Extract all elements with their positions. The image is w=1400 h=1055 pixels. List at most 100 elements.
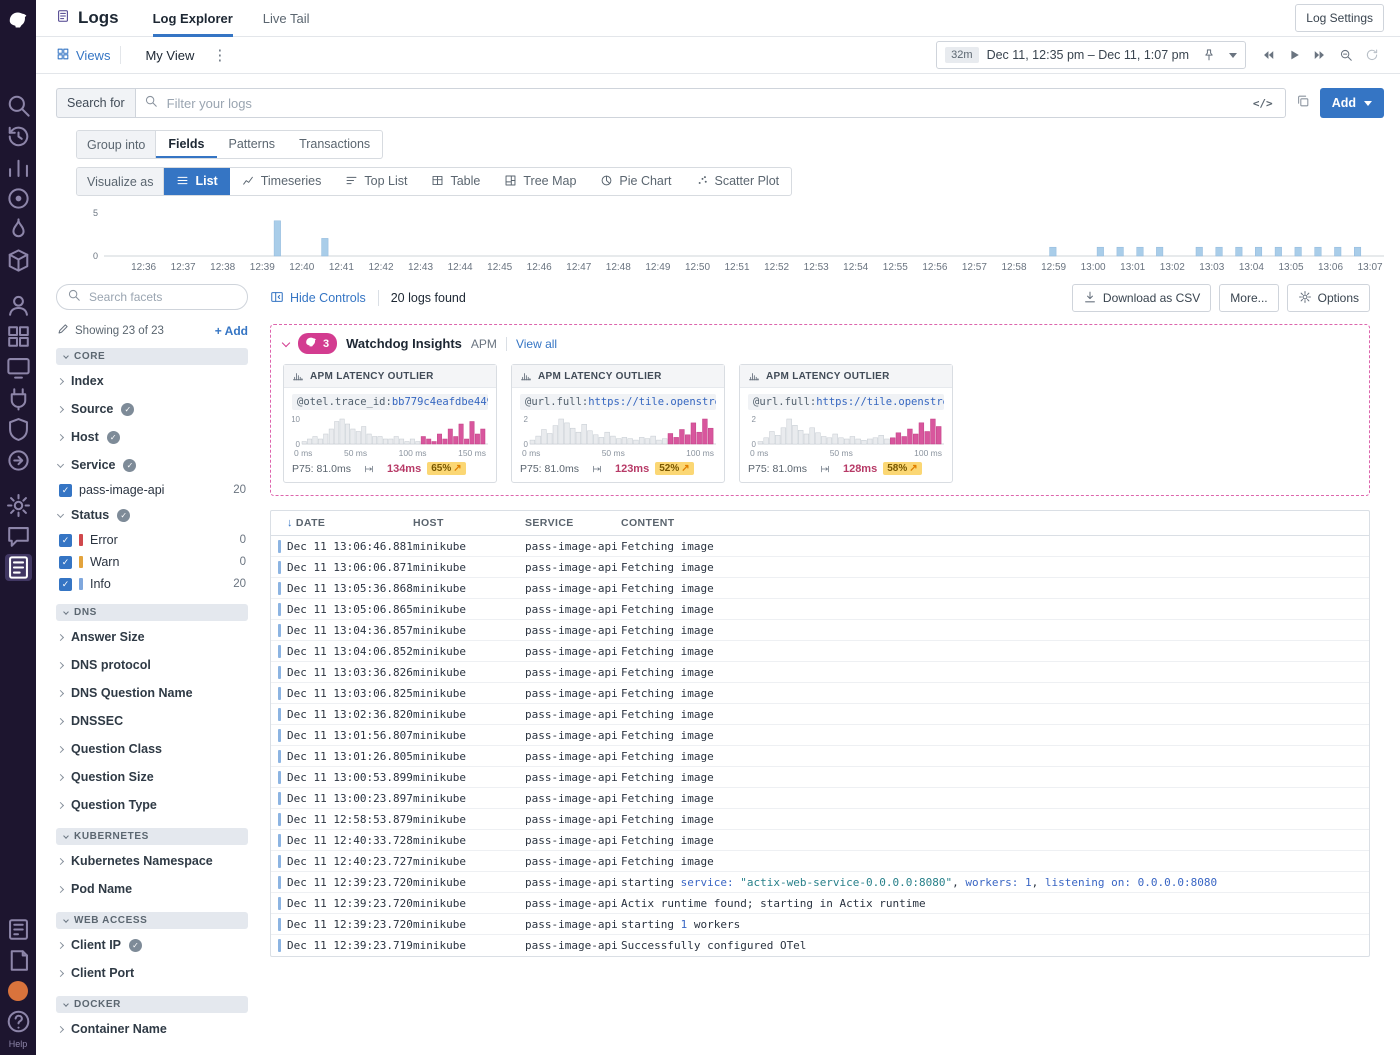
facet-question-class[interactable]: Question Class — [56, 735, 248, 763]
facet-dns-question-name[interactable]: DNS Question Name — [56, 679, 248, 707]
log-row[interactable]: Dec 11 13:03:06.825minikubepass-image-ap… — [271, 683, 1369, 704]
nav-watchdog-icon[interactable] — [5, 185, 32, 212]
code-syntax-icon[interactable]: </> — [1249, 97, 1277, 110]
facet-value-pass-image-api[interactable]: ✓pass-image-api20 — [56, 479, 248, 501]
zoom-out-button[interactable] — [1334, 43, 1358, 67]
viz-option-top-list[interactable]: Top List — [333, 168, 419, 195]
datadog-logo-icon[interactable] — [6, 8, 30, 32]
viz-option-table[interactable]: Table — [419, 168, 492, 195]
facet-client-port[interactable]: Client Port — [56, 959, 248, 987]
nav-search-icon[interactable] — [5, 92, 32, 119]
refresh-button[interactable] — [1360, 43, 1384, 67]
checkbox-checked[interactable]: ✓ — [59, 556, 72, 569]
nav-datacenter-icon[interactable] — [5, 916, 32, 943]
log-row[interactable]: Dec 11 13:01:56.807minikubepass-image-ap… — [271, 725, 1369, 746]
tab-live-tail[interactable]: Live Tail — [263, 0, 310, 37]
more-button[interactable]: More... — [1219, 284, 1278, 312]
watchdog-insight-card[interactable]: APM LATENCY OUTLIER@otel.trace_id:bb779c… — [283, 364, 497, 483]
insight-tag[interactable]: @url.full:https://tile.openstreetmap… — [520, 394, 716, 410]
time-range-picker[interactable]: 32m Dec 11, 12:35 pm – Dec 11, 1:07 pm — [936, 41, 1246, 69]
nav-settings-icon[interactable] — [5, 492, 32, 519]
facet-kubernetes-namespace[interactable]: Kubernetes Namespace — [56, 847, 248, 875]
view-all-link[interactable]: View all — [516, 337, 557, 351]
facet-dns-protocol[interactable]: DNS protocol — [56, 651, 248, 679]
nav-security-icon[interactable] — [5, 416, 32, 443]
facet-group-core[interactable]: CORE — [56, 348, 248, 365]
log-row[interactable]: Dec 11 13:05:36.868minikubepass-image-ap… — [271, 578, 1369, 599]
hide-controls-button[interactable]: Hide Controls — [270, 290, 366, 307]
group-option-fields[interactable]: Fields — [156, 131, 216, 158]
facet-question-size[interactable]: Question Size — [56, 763, 248, 791]
group-option-patterns[interactable]: Patterns — [217, 131, 288, 158]
facet-group-web-access[interactable]: WEB ACCESS — [56, 912, 248, 929]
tab-log-explorer[interactable]: Log Explorer — [153, 0, 233, 37]
facet-index[interactable]: Index — [56, 367, 248, 395]
facet-search-input[interactable] — [87, 289, 237, 305]
facet-host[interactable]: Host✓ — [56, 423, 248, 451]
column-header-service[interactable]: SERVICE — [525, 517, 621, 529]
nav-dashboards-icon[interactable] — [5, 323, 32, 350]
log-row[interactable]: Dec 11 12:58:53.879minikubepass-image-ap… — [271, 809, 1369, 830]
help-icon[interactable] — [5, 1008, 32, 1035]
nav-infrastructure-icon[interactable] — [5, 247, 32, 274]
log-row[interactable]: Dec 11 13:04:06.852minikubepass-image-ap… — [271, 641, 1369, 662]
column-header-date[interactable]: ↓DATE — [287, 517, 413, 529]
time-rewind-button[interactable] — [1256, 43, 1280, 67]
user-avatar[interactable] — [8, 981, 28, 1001]
log-row[interactable]: Dec 11 13:01:26.805minikubepass-image-ap… — [271, 746, 1369, 767]
nav-integrations-icon[interactable] — [5, 385, 32, 412]
log-row[interactable]: Dec 11 12:39:23.719minikubepass-image-ap… — [271, 935, 1369, 956]
chevron-down-icon[interactable] — [282, 338, 290, 346]
pin-icon[interactable] — [1197, 43, 1221, 67]
insight-tag[interactable]: @url.full:https://tile.openstreetmap… — [748, 394, 944, 410]
log-row[interactable]: Dec 11 13:05:06.865minikubepass-image-ap… — [271, 599, 1369, 620]
watchdog-insight-card[interactable]: APM LATENCY OUTLIER@url.full:https://til… — [511, 364, 725, 483]
viz-option-tree-map[interactable]: Tree Map — [492, 168, 588, 195]
facet-group-kubernetes[interactable]: KUBERNETES — [56, 828, 248, 845]
time-forward-button[interactable] — [1308, 43, 1332, 67]
log-row[interactable]: Dec 11 12:40:33.728minikubepass-image-ap… — [271, 830, 1369, 851]
checkbox-checked[interactable]: ✓ — [59, 484, 72, 497]
nav-synthetics-icon[interactable] — [5, 447, 32, 474]
facet-service[interactable]: Service✓ — [56, 451, 248, 479]
viz-option-pie-chart[interactable]: Pie Chart — [588, 168, 683, 195]
add-button[interactable]: Add — [1320, 88, 1384, 118]
insight-tag[interactable]: @otel.trace_id:bb779c4eafdbe449e… — [292, 394, 488, 410]
facet-question-type[interactable]: Question Type — [56, 791, 248, 819]
log-settings-button[interactable]: Log Settings — [1295, 4, 1384, 32]
facet-pod-name[interactable]: Pod Name — [56, 875, 248, 903]
log-volume-timeline[interactable]: 5012:3612:3712:3812:3912:4012:4112:4212:… — [84, 206, 1384, 274]
log-row[interactable]: Dec 11 13:04:36.857minikubepass-image-ap… — [271, 620, 1369, 641]
log-filter-input[interactable] — [165, 95, 1242, 112]
nav-docs-icon[interactable] — [5, 947, 32, 974]
copy-icon[interactable] — [1296, 94, 1310, 113]
options-button[interactable]: Options — [1287, 284, 1370, 312]
nav-apm-icon[interactable] — [5, 216, 32, 243]
log-row[interactable]: Dec 11 12:39:23.720minikubepass-image-ap… — [271, 893, 1369, 914]
log-row[interactable]: Dec 11 13:00:23.897minikubepass-image-ap… — [271, 788, 1369, 809]
log-row[interactable]: Dec 11 12:40:23.727minikubepass-image-ap… — [271, 851, 1369, 872]
add-facet-button[interactable]: + Add — [215, 324, 248, 338]
facet-status[interactable]: Status✓ — [56, 501, 248, 529]
viz-option-timeseries[interactable]: Timeseries — [230, 168, 334, 195]
chevron-down-icon[interactable] — [1229, 53, 1237, 58]
nav-notebooks-icon[interactable] — [5, 523, 32, 550]
log-row[interactable]: Dec 11 13:06:06.871minikubepass-image-ap… — [271, 557, 1369, 578]
log-row[interactable]: Dec 11 12:39:23.720minikubepass-image-ap… — [271, 872, 1369, 893]
nav-history-icon[interactable] — [5, 123, 32, 150]
facet-container-name[interactable]: Container Name — [56, 1015, 248, 1043]
column-header-host[interactable]: HOST — [413, 517, 525, 529]
facet-group-dns[interactable]: DNS — [56, 604, 248, 621]
facet-value-warn[interactable]: ✓Warn0 — [56, 551, 248, 573]
view-menu-kebab-icon[interactable]: ⋮ — [204, 46, 235, 64]
watchdog-insight-card[interactable]: APM LATENCY OUTLIER@url.full:https://til… — [739, 364, 953, 483]
time-play-button[interactable] — [1282, 43, 1306, 67]
viz-option-list[interactable]: List — [164, 168, 229, 195]
search-for-label[interactable]: Search for — [56, 88, 135, 118]
nav-monitors-icon[interactable] — [5, 354, 32, 381]
log-row[interactable]: Dec 11 13:02:36.820minikubepass-image-ap… — [271, 704, 1369, 725]
facet-answer-size[interactable]: Answer Size — [56, 623, 248, 651]
download-csv-button[interactable]: Download as CSV — [1072, 284, 1211, 312]
nav-logs-icon[interactable] — [5, 554, 32, 581]
facet-client-ip[interactable]: Client IP✓ — [56, 931, 248, 959]
